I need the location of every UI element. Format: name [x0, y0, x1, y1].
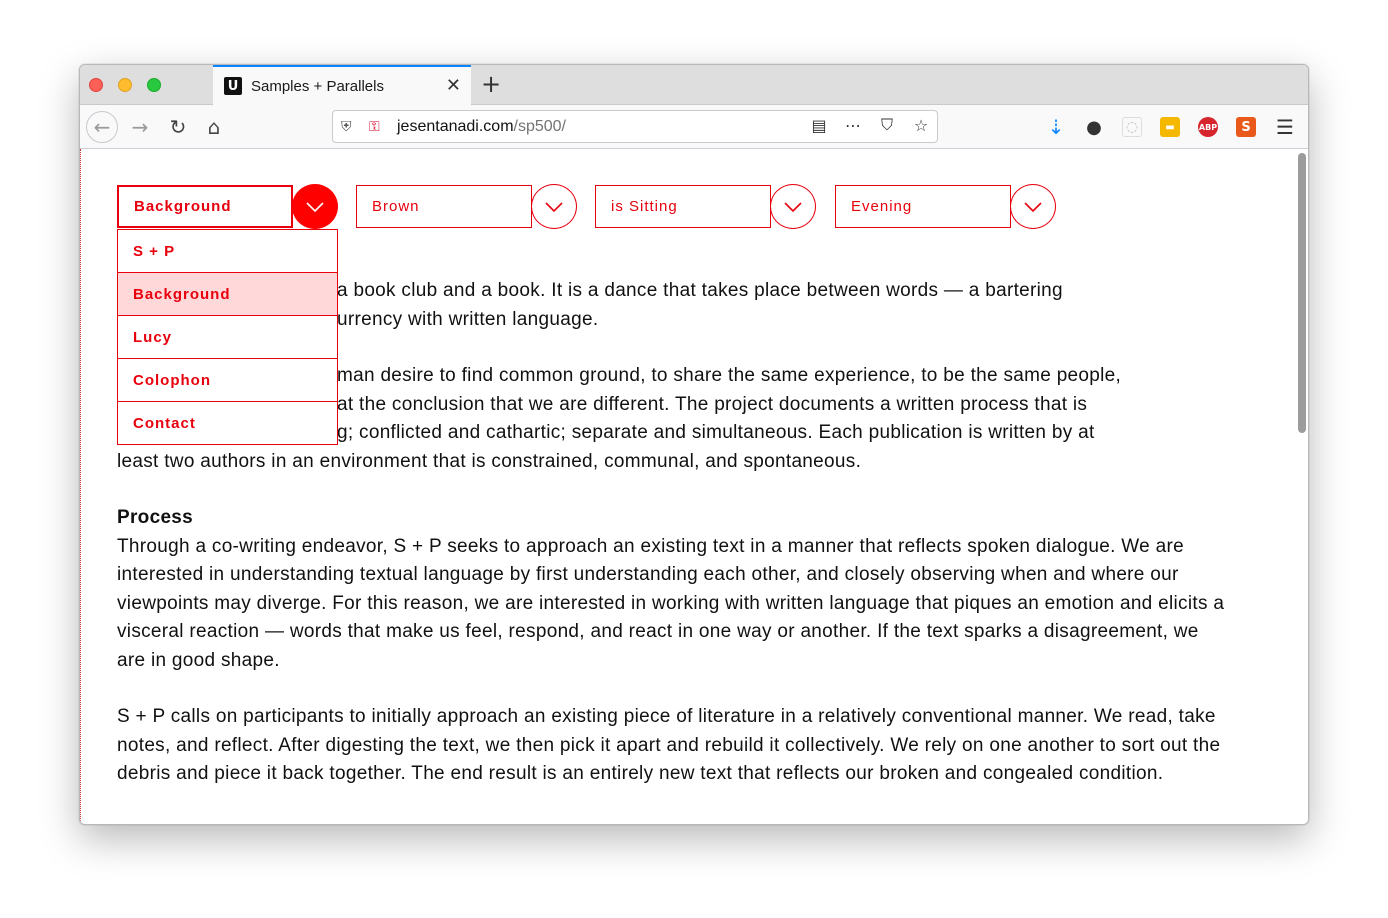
navigation-bar: ← → ↻ ⌂ ⛨ ⚿ jesentanadi.com/sp500/ ▤ ⋯ ⛉…: [80, 105, 1308, 149]
tab-samples-parallels[interactable]: U Samples + Parallels ✕: [213, 65, 471, 105]
paragraph-calls: S + P calls on participants to initially…: [117, 703, 1227, 789]
scrollbar[interactable]: [1298, 153, 1306, 433]
minimize-window-button[interactable]: [118, 78, 132, 92]
tab-close-icon[interactable]: ✕: [446, 75, 461, 96]
reload-icon[interactable]: ↻: [162, 111, 194, 143]
insecure-lock-icon[interactable]: ⚿: [369, 119, 387, 135]
dropdown-item-contact[interactable]: Contact: [118, 401, 337, 444]
home-icon[interactable]: ⌂: [198, 111, 230, 143]
menu-icon[interactable]: ☰: [1276, 115, 1294, 139]
section-dropdown: S + P Background Lucy Colophon Contact: [117, 229, 338, 445]
url-text[interactable]: jesentanadi.com/sp500/: [397, 118, 566, 136]
selector-1-label[interactable]: Background: [117, 185, 293, 228]
chevron-down-icon[interactable]: [1010, 184, 1056, 229]
paragraph-process: Process Through a co-writing endeavor, S…: [117, 504, 1227, 675]
url-bar[interactable]: ⛨ ⚿ jesentanadi.com/sp500/ ▤ ⋯ ⛉ ☆: [332, 110, 938, 143]
dropdown-item-background[interactable]: Background: [118, 272, 337, 315]
site-favicon-icon: U: [224, 77, 242, 95]
selector-4-label[interactable]: Evening: [835, 185, 1011, 228]
calls-text: S + P calls on participants to initially…: [117, 706, 1221, 784]
process-text: Through a co-writing endeavor, S + P see…: [117, 535, 1225, 671]
extension-icon[interactable]: ◌: [1122, 117, 1142, 137]
page-viewport: Background Brown is Sitting Evening a bo…: [80, 149, 1308, 824]
url-path: /sp500/: [513, 117, 566, 135]
new-tab-button[interactable]: +: [481, 70, 501, 98]
tab-title: Samples + Parallels: [251, 77, 384, 95]
tab-bar: U Samples + Parallels ✕ +: [80, 65, 1308, 105]
chevron-down-icon[interactable]: [770, 184, 816, 229]
account-icon[interactable]: ●: [1084, 117, 1104, 138]
extension-icon[interactable]: ▬: [1160, 117, 1180, 137]
download-icon[interactable]: ⇣: [1046, 115, 1066, 139]
process-heading: Process: [117, 507, 194, 528]
dropdown-item-colophon[interactable]: Colophon: [118, 358, 337, 401]
abp-icon[interactable]: ABP: [1198, 117, 1218, 137]
close-window-button[interactable]: [89, 78, 103, 92]
selector-row: Background Brown is Sitting Evening: [117, 184, 1117, 233]
selector-2-label[interactable]: Brown: [356, 185, 532, 228]
back-icon[interactable]: ←: [86, 111, 118, 143]
bookmark-star-icon[interactable]: ☆: [911, 116, 931, 135]
reader-icon[interactable]: ▤: [809, 116, 829, 135]
maximize-window-button[interactable]: [147, 78, 161, 92]
desire-line-4: least two authors in an environment that…: [117, 450, 862, 472]
shield-icon[interactable]: ⛨: [341, 119, 359, 135]
extension-icon[interactable]: S: [1236, 117, 1256, 137]
selector-3-label[interactable]: is Sitting: [595, 185, 771, 228]
forward-icon[interactable]: →: [124, 111, 156, 143]
chevron-down-icon[interactable]: [531, 184, 577, 229]
dropdown-item-lucy[interactable]: Lucy: [118, 315, 337, 358]
browser-window: U Samples + Parallels ✕ + ← → ↻ ⌂ ⛨ ⚿ je…: [79, 64, 1309, 825]
url-domain: jesentanadi.com: [397, 117, 514, 135]
chevron-down-icon[interactable]: [292, 184, 338, 229]
dropdown-item-sp[interactable]: S + P: [118, 229, 337, 272]
pocket-icon[interactable]: ⛉: [877, 115, 897, 135]
more-icon[interactable]: ⋯: [843, 116, 863, 135]
